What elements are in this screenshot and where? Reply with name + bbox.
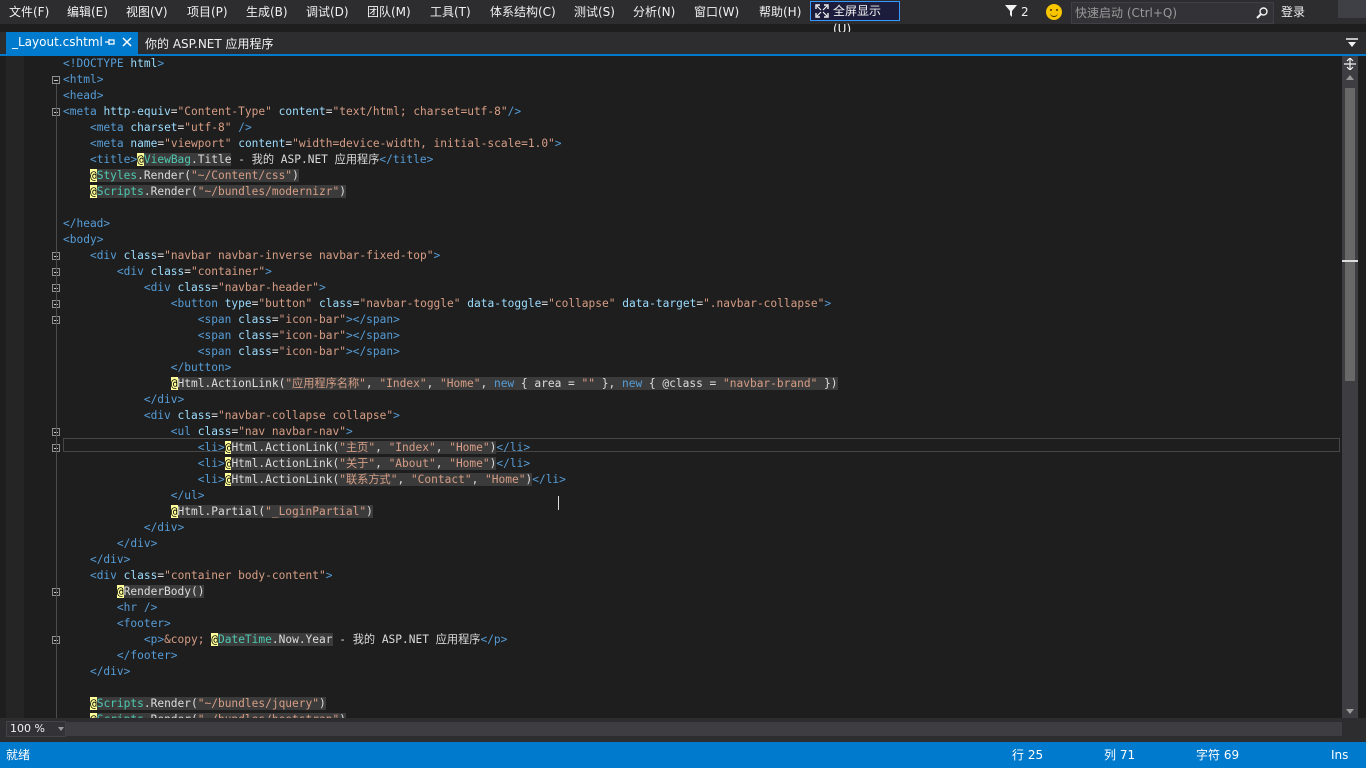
code-line[interactable]: <div class="navbar-header"> [63,280,326,296]
code-line[interactable]: <meta name="viewport" content="width=dev… [63,136,562,152]
code-line[interactable]: <!DOCTYPE html> [63,56,164,72]
zoom-dropdown[interactable]: 100 % [6,721,66,737]
editor-margin [6,56,24,718]
collapse-toggle-icon[interactable] [52,76,60,84]
menu-file[interactable]: 文件(F) [9,3,49,21]
menu-project[interactable]: 项目(P) [187,3,228,21]
code-line[interactable]: @RenderBody() [63,584,205,600]
tab-layout-cshtml[interactable]: _Layout.cshtml [6,32,138,54]
code-line[interactable]: <button type="button" class="navbar-togg… [63,296,831,312]
window-corner-button[interactable] [1338,0,1366,18]
status-line: 行 25 [1012,748,1044,762]
menu-bar: 文件(F) 编辑(E) 视图(V) 项目(P) 生成(B) 调试(D) 团队(M… [0,0,1366,36]
sign-in-link[interactable]: 登录 [1281,3,1305,21]
code-line[interactable]: </ul> [63,488,205,504]
menu-help[interactable]: 帮助(H) [759,3,801,21]
code-line[interactable]: <hr /> [63,600,157,616]
code-line[interactable]: </footer> [63,648,178,664]
code-line[interactable]: <span class="icon-bar"></span> [63,344,400,360]
tab-dropdown-icon[interactable] [1346,38,1358,48]
status-column: 列 71 [1104,748,1136,762]
code-line[interactable]: </button> [63,360,232,376]
code-line[interactable]: </div> [63,664,130,680]
status-char: 字符 69 [1196,748,1240,762]
outline-guide [56,84,57,718]
scrollbar-caret-mark [1342,260,1358,262]
scroll-down-arrow-icon[interactable] [1346,709,1354,714]
code-line[interactable]: <div class="container body-content"> [63,568,333,584]
code-line[interactable]: <p>&copy; @DateTime.Now.Year - 我的 ASP.NE… [63,632,507,648]
code-line[interactable]: <li>@Html.ActionLink("主页", "Index", "Hom… [63,440,530,456]
text-cursor [558,496,559,510]
menu-tools[interactable]: 工具(T) [430,3,471,21]
menu-edit[interactable]: 编辑(E) [67,3,108,21]
search-icon[interactable] [1256,7,1268,19]
fullscreen-button[interactable]: 全屏显示(U) [810,1,900,36]
code-line[interactable]: <ul class="nav navbar-nav"> [63,424,353,440]
code-line[interactable]: <span class="icon-bar"></span> [63,328,400,344]
code-line[interactable]: </div> [63,392,184,408]
code-line[interactable]: <span class="icon-bar"></span> [63,312,400,328]
code-line[interactable]: <meta charset="utf-8" /> [63,120,252,136]
menu-team[interactable]: 团队(M) [367,3,411,21]
code-line[interactable]: </head> [63,216,110,232]
project-title: 你的 ASP.NET 应用程序 [145,37,274,51]
document-tab-bar: _Layout.cshtml 你的 ASP.NET 应用程序 [0,32,1366,54]
code-editor[interactable]: <!DOCTYPE html> <html> <head> <meta http-eq… [6,56,1342,718]
notification-filter-icon[interactable] [1005,5,1017,17]
zoom-value: 100 % [10,722,45,735]
status-bar: 就绪 行 25 列 71 字符 69 Ins [0,742,1366,768]
code-line[interactable]: </div> [63,536,157,552]
code-line[interactable]: <footer> [63,616,171,632]
code-line[interactable]: <head> [63,88,103,104]
code-line[interactable]: <html> [63,72,103,88]
code-line[interactable]: <div class="navbar navbar-inverse navbar… [63,248,440,264]
code-line[interactable]: <meta http-equiv="Content-Type" content=… [63,104,521,120]
menu-build[interactable]: 生成(B) [246,3,288,21]
code-line[interactable]: @Styles.Render("~/Content/css") [63,168,299,184]
menu-view[interactable]: 视图(V) [126,3,168,21]
status-ready: 就绪 [6,748,31,762]
code-line[interactable]: <li>@Html.ActionLink("联系方式", "Contact", … [63,472,566,488]
close-icon[interactable] [122,37,132,47]
scroll-up-arrow-icon[interactable] [1346,75,1354,80]
fullscreen-icon [815,4,829,18]
chevron-down-icon [58,727,64,731]
quick-launch-box[interactable] [1071,2,1274,24]
code-line[interactable]: @Html.Partial("_LoginPartial") [63,504,373,520]
menu-debug[interactable]: 调试(D) [306,3,349,21]
menu-window[interactable]: 窗口(W) [694,3,739,21]
code-line[interactable]: <li>@Html.ActionLink("关于", "About", "Hom… [63,456,530,472]
code-line[interactable]: </div> [63,552,130,568]
code-line[interactable]: <div class="navbar-collapse collapse"> [63,408,400,424]
code-line[interactable]: </div> [63,520,184,536]
pin-icon[interactable] [105,37,115,47]
tab-label: _Layout.cshtml [12,35,103,49]
quick-launch-input[interactable] [1075,5,1245,21]
feedback-smiley-icon[interactable] [1046,4,1062,20]
horizontal-scrollbar[interactable] [66,722,1342,736]
notification-count[interactable]: 2 [1021,3,1029,21]
scrollbar-thumb[interactable] [1345,88,1355,381]
code-line[interactable]: <title>@ViewBag.Title - 我的 ASP.NET 应用程序<… [63,152,433,168]
menu-architecture[interactable]: 体系结构(C) [490,3,556,21]
code-line[interactable]: <body> [63,232,103,248]
code-line[interactable]: @Scripts.Render("~/bundles/jquery") [63,696,326,712]
code-line[interactable]: @Html.ActionLink("应用程序名称", "Index", "Hom… [63,376,838,392]
split-window-icon[interactable] [1344,58,1356,70]
menu-test[interactable]: 测试(S) [574,3,615,21]
code-line[interactable]: <div class="container"> [63,264,272,280]
menu-analyze[interactable]: 分析(N) [633,3,675,21]
status-insert-mode: Ins [1331,748,1349,762]
code-line[interactable]: @Scripts.Render("~/bundles/modernizr") [63,184,346,200]
